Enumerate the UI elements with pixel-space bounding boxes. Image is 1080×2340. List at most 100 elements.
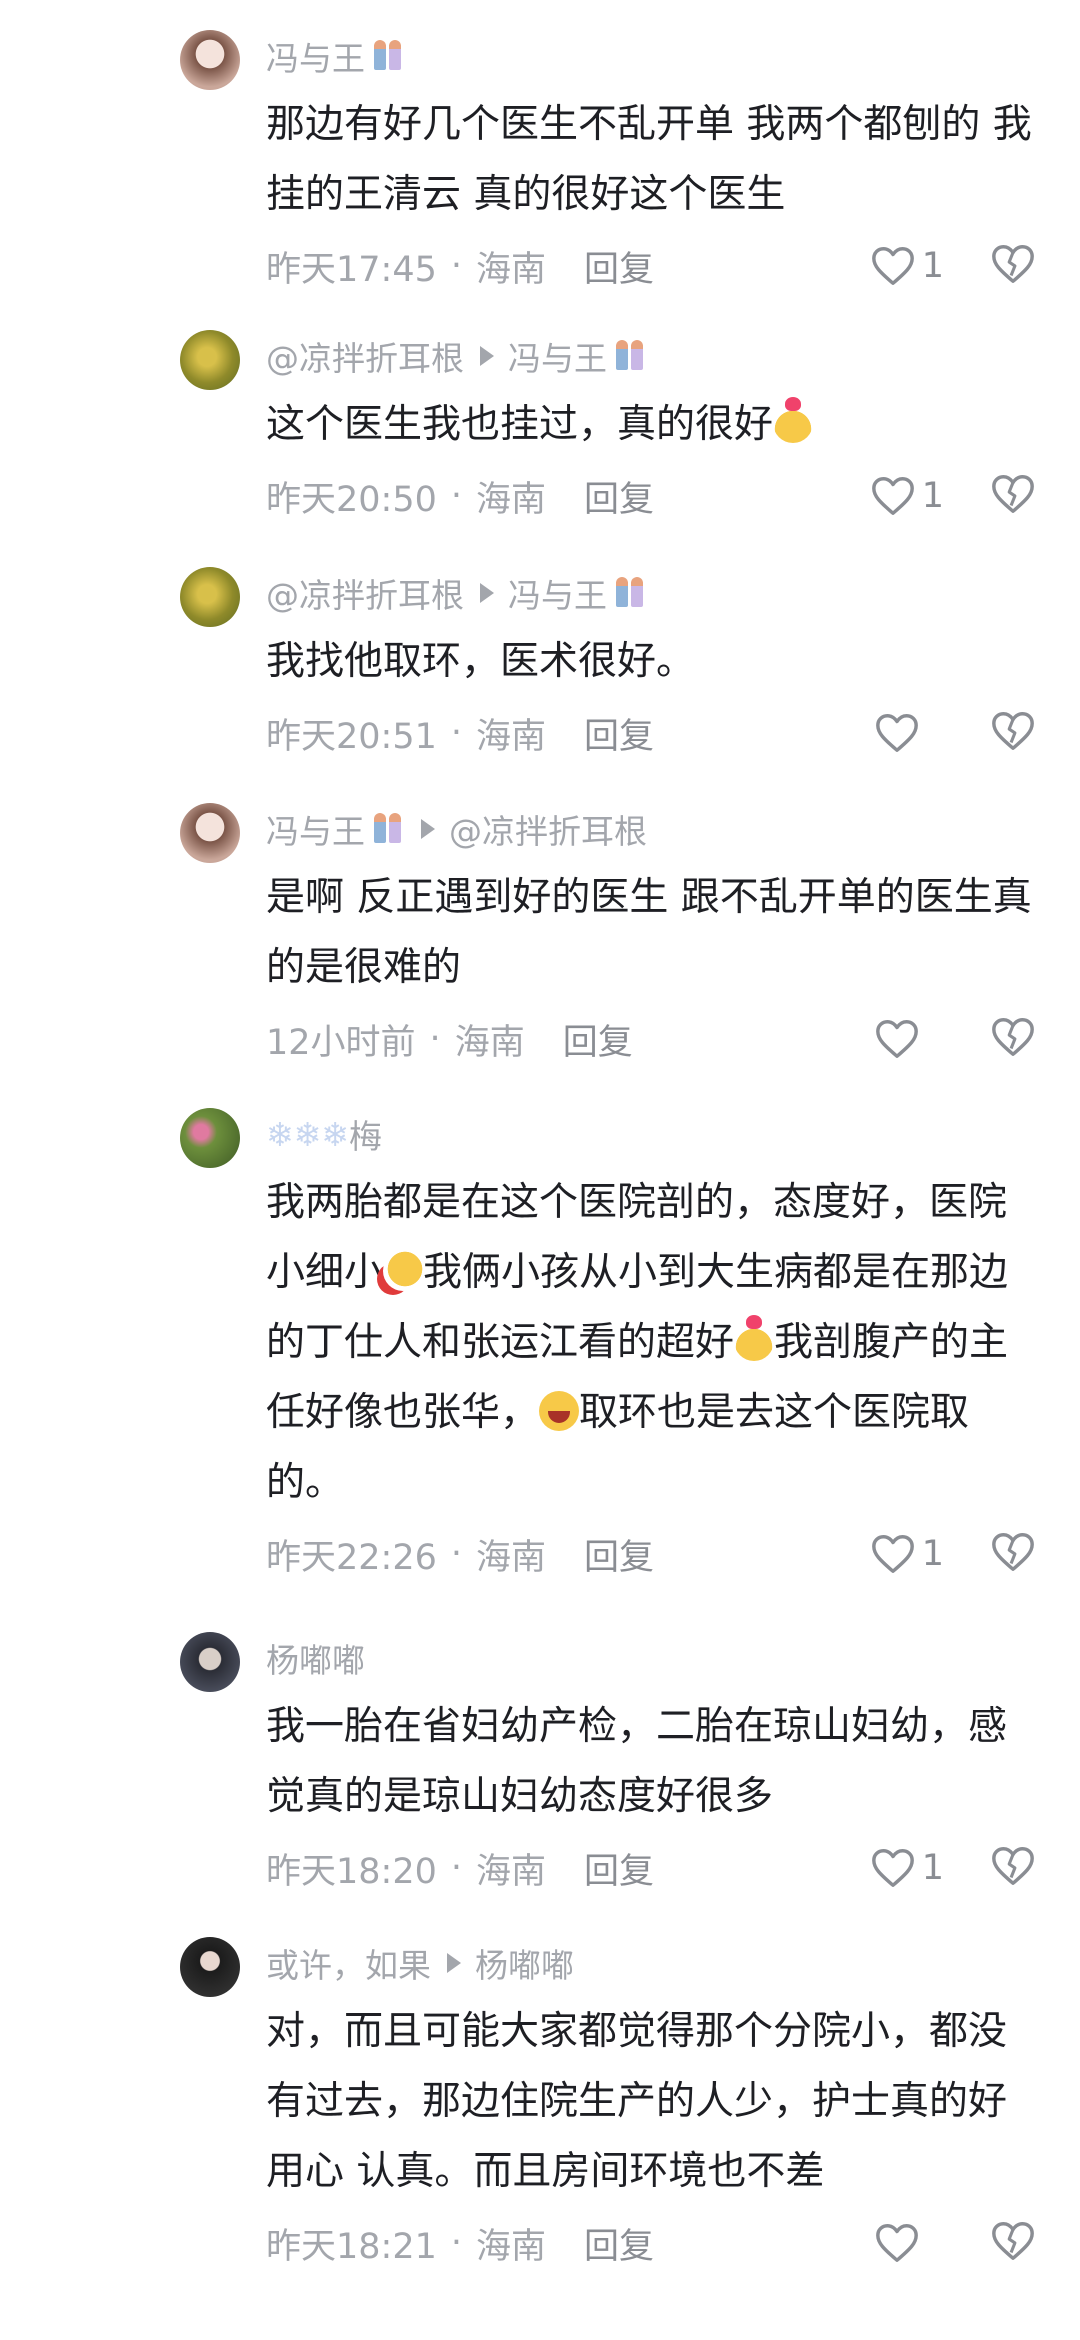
snowflake-icon: ❄❄❄	[266, 1114, 349, 1154]
comment-header: @凉拌折耳根 冯与王	[266, 330, 1036, 382]
comment-header: 或许，如果 杨嘟嘟	[266, 1937, 1036, 1989]
comment-footer: 12小时前 · 海南 回复	[266, 1009, 1036, 1069]
avatar[interactable]	[180, 1108, 240, 1168]
comment-footer: 昨天17:45 · 海南 回复 1	[266, 236, 1036, 296]
comment-header: 冯与王 @凉拌折耳根	[266, 803, 1036, 855]
heart-outline-icon	[871, 247, 914, 285]
finger-heart-emoji-icon	[773, 397, 814, 443]
like-button[interactable]: 1	[870, 1530, 944, 1578]
reply-arrow-icon	[480, 583, 494, 603]
broken-heart-icon[interactable]	[990, 1530, 1036, 1574]
comment-text: 我找他取环，医术很好。	[266, 639, 696, 684]
username[interactable]: @凉拌折耳根	[266, 332, 464, 380]
comment-text-content: 这个医生我也挂过，真的很好	[266, 402, 774, 447]
heart-outline-icon	[871, 477, 914, 515]
like-button[interactable]: 1	[870, 1844, 944, 1892]
comment-header: 冯与王	[266, 30, 1036, 82]
reply-button[interactable]: 回复	[584, 1843, 654, 1894]
comment-footer: 昨天20:51 · 海南 回复	[266, 703, 1036, 763]
username[interactable]: 或许，如果	[266, 1939, 431, 1987]
avatar[interactable]	[180, 567, 240, 627]
comment-time: 昨天20:51	[266, 716, 437, 757]
reply-target[interactable]: 冯与王	[508, 332, 607, 380]
comment-text: 我两胎都是在这个医院剖的，态度好，医院小细小 我俩小孩从小到大生病都是在那边的丁仕…	[266, 1168, 1036, 1518]
separator-dot: ·	[450, 1534, 463, 1574]
comment-time: 昨天18:21	[266, 2226, 437, 2267]
separator-dot: ·	[429, 1019, 441, 1059]
reply-target[interactable]: 冯与王	[508, 569, 607, 617]
avatar[interactable]	[180, 1937, 240, 1997]
separator-dot: ·	[450, 713, 463, 753]
avatar[interactable]	[180, 30, 240, 90]
heart-outline-icon	[876, 714, 918, 752]
reply-button[interactable]: 回复	[584, 2218, 654, 2269]
comment-location: 海南	[476, 479, 547, 520]
comment-location: 海南	[476, 249, 547, 290]
reply-button[interactable]: 回复	[584, 1529, 654, 1580]
thumbs-up-emoji-icon	[383, 1251, 424, 1291]
separator-dot: ·	[450, 2223, 463, 2263]
avatar[interactable]	[180, 330, 240, 390]
comment-time: 昨天18:20	[266, 1851, 437, 1892]
couple-badge-icon	[613, 575, 647, 611]
like-count: 1	[921, 476, 944, 516]
comment-text: 那边有好几个医生不乱开单 我两个都刨的 我挂的王清云 真的很好这个医生	[266, 102, 1032, 217]
username[interactable]: @凉拌折耳根	[266, 569, 464, 617]
comment-header: @凉拌折耳根 冯与王	[266, 567, 1036, 619]
comment-location: 海南	[476, 2226, 547, 2267]
reply-target[interactable]: 杨嘟嘟	[475, 1939, 574, 1987]
reply-target[interactable]: @凉拌折耳根	[449, 805, 647, 853]
heart-outline-icon	[871, 1849, 914, 1887]
comment-footer: 昨天20:50 · 海南 回复 1	[266, 466, 1036, 526]
like-count: 1	[921, 246, 944, 286]
comment-time: 昨天20:50	[266, 479, 437, 520]
separator-dot: ·	[450, 1848, 463, 1888]
heart-outline-icon	[876, 2224, 918, 2262]
username[interactable]: 杨嘟嘟	[266, 1634, 365, 1682]
couple-badge-icon	[371, 811, 405, 847]
reply-arrow-icon	[480, 346, 494, 366]
like-count: 1	[921, 1534, 944, 1574]
separator-dot: ·	[450, 246, 463, 286]
comment-header: ❄❄❄ 梅	[266, 1108, 1036, 1160]
avatar[interactable]	[180, 1632, 240, 1692]
comment-list: 冯与王 那边有好几个医生不乱开单 我两个都刨的 我挂的王清云 真的很好这个医生 …	[0, 0, 1080, 2340]
reply-button[interactable]: 回复	[563, 1014, 633, 1065]
username[interactable]: 冯与王	[266, 32, 365, 80]
avatar[interactable]	[180, 803, 240, 863]
like-button[interactable]	[874, 2219, 944, 2267]
reply-button[interactable]: 回复	[584, 241, 654, 292]
comment-footer: 昨天18:21 · 海南 回复	[266, 2213, 1036, 2273]
heart-outline-icon	[876, 1020, 918, 1058]
like-count: 1	[921, 1848, 944, 1888]
broken-heart-icon[interactable]	[990, 709, 1036, 753]
reply-arrow-icon	[421, 819, 435, 839]
comment-header: 杨嘟嘟	[266, 1632, 1036, 1684]
username[interactable]: 冯与王	[266, 805, 365, 853]
like-button[interactable]: 1	[870, 242, 944, 290]
comment-time: 12小时前	[266, 1022, 416, 1063]
broken-heart-icon[interactable]	[990, 472, 1036, 516]
broken-heart-icon[interactable]	[990, 2219, 1036, 2263]
comment-time: 昨天17:45	[266, 249, 437, 290]
comment-location: 海南	[476, 716, 547, 757]
like-button[interactable]	[874, 709, 944, 757]
reply-button[interactable]: 回复	[584, 708, 654, 759]
laughing-emoji-icon	[539, 1391, 580, 1431]
comment-text: 这个医生我也挂过，真的很好	[266, 390, 1036, 460]
comment-text: 我一胎在省妇幼产检，二胎在琼山妇幼，感觉真的是琼山妇幼态度好很多	[266, 1704, 1008, 1819]
heart-outline-icon	[871, 1535, 914, 1573]
broken-heart-icon[interactable]	[990, 242, 1036, 286]
username[interactable]: 梅	[349, 1110, 382, 1158]
reply-arrow-icon	[447, 1953, 461, 1973]
comment-footer: 昨天18:20 · 海南 回复 1	[266, 1838, 1036, 1898]
finger-heart-emoji-icon	[734, 1315, 775, 1361]
comment-text: 是啊 反正遇到好的医生 跟不乱开单的医生真的是很难的	[266, 875, 1032, 990]
broken-heart-icon[interactable]	[990, 1015, 1036, 1059]
broken-heart-icon[interactable]	[990, 1844, 1036, 1888]
like-button[interactable]: 1	[870, 472, 944, 520]
reply-button[interactable]: 回复	[584, 471, 654, 522]
like-button[interactable]	[874, 1015, 944, 1063]
couple-badge-icon	[371, 38, 405, 74]
comment-location: 海南	[454, 1022, 525, 1063]
